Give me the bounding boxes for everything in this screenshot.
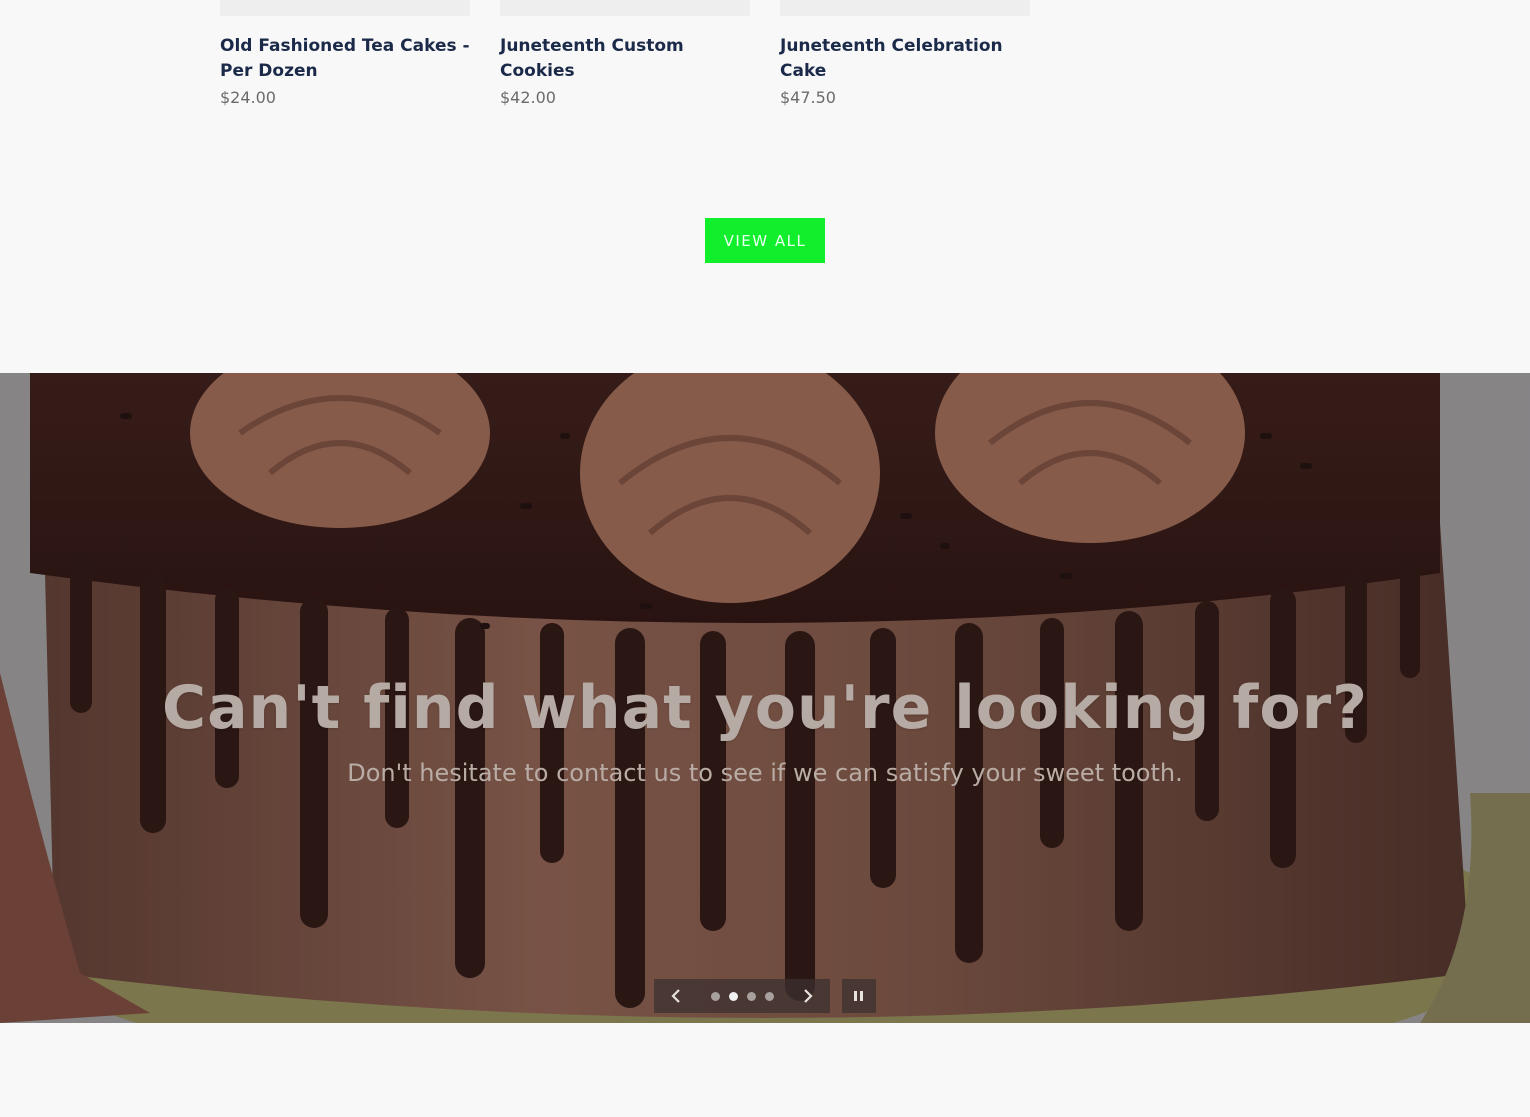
slide-dot-4[interactable] [764,991,774,1001]
product-price: $42.00 [500,88,556,107]
product-image[interactable] [780,0,1030,16]
slide-dots [710,991,774,1001]
slide-dot-2[interactable] [728,991,738,1001]
chevron-left-icon[interactable] [664,984,688,1008]
hero-subheading: Don't hesitate to contact us to see if w… [347,759,1183,787]
product-price: $24.00 [220,88,276,107]
product-price: $47.50 [780,88,836,107]
product-title[interactable]: Juneteenth Custom Cookies [500,34,750,84]
hero-slideshow: Can't find what you're looking for? Don'… [0,373,1530,1023]
product-grid: Old Fashioned Tea Cakes - Per Dozen $24.… [0,0,1530,372]
product-card[interactable]: Juneteenth Celebration Cake $47.50 [780,0,1030,110]
product-title[interactable]: Juneteenth Celebration Cake [780,34,1030,84]
product-image[interactable] [220,0,470,16]
slide-dot-1[interactable] [710,991,720,1001]
pause-icon[interactable] [842,979,876,1013]
product-card[interactable]: Juneteenth Custom Cookies $42.00 [500,0,750,110]
page-footer-area [0,1023,1530,1117]
view-all-button[interactable]: VIEW ALL [705,218,825,263]
hero-heading: Can't find what you're looking for? [162,673,1368,743]
product-image[interactable] [500,0,750,16]
slide-dot-3[interactable] [746,991,756,1001]
chevron-right-icon[interactable] [796,984,820,1008]
slideshow-controls [654,979,830,1013]
product-card[interactable]: Old Fashioned Tea Cakes - Per Dozen $24.… [220,0,470,110]
product-title[interactable]: Old Fashioned Tea Cakes - Per Dozen [220,34,470,84]
